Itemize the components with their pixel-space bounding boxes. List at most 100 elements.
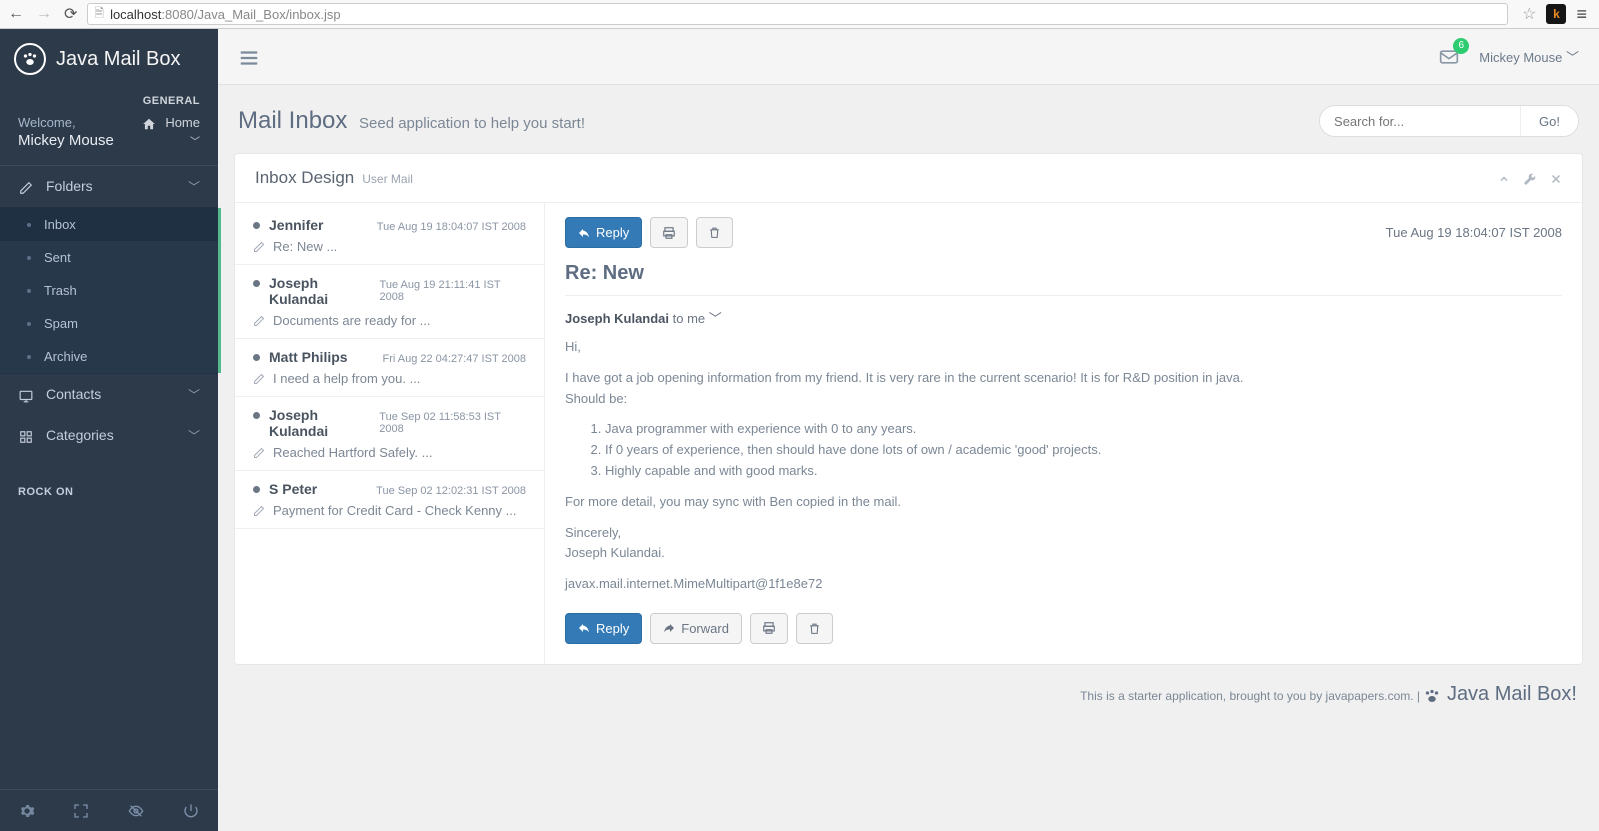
nav-folders-label: Folders	[46, 178, 93, 194]
chevron-down-icon: ﹀	[1566, 50, 1579, 65]
paw-icon	[1423, 687, 1441, 704]
mail-subject-preview: Documents are ready for ...	[273, 313, 431, 328]
mail-subject: Re: New	[565, 262, 1562, 296]
home-icon	[142, 115, 160, 130]
app-logo[interactable]: Java Mail Box	[0, 29, 218, 89]
mail-sender: Joseph Kulandai	[253, 275, 380, 307]
mail-date: Tue Sep 02 12:02:31 IST 2008	[376, 485, 526, 497]
footer: This is a starter application, brought t…	[234, 665, 1583, 716]
monitor-icon	[18, 386, 34, 402]
subnav-inbox[interactable]: Inbox	[0, 208, 218, 241]
mail-list-item[interactable]: Joseph KulandaiTue Sep 02 11:58:53 IST 2…	[235, 397, 544, 471]
mail-subject-preview: Re: New ...	[273, 239, 337, 254]
mail-sender: Joseph Kulandai	[253, 407, 379, 439]
browser-reload-button[interactable]: ⟳	[62, 4, 79, 24]
compose-icon	[253, 446, 265, 460]
compose-icon	[253, 314, 265, 328]
delete-button[interactable]	[696, 217, 733, 248]
subnav-trash[interactable]: Trash	[0, 274, 218, 307]
mail-list-item[interactable]: Joseph KulandaiTue Aug 19 21:11:41 IST 2…	[235, 265, 544, 339]
edit-icon	[18, 178, 34, 194]
chevron-down-icon: ﹀	[188, 178, 200, 195]
browser-forward-button[interactable]: →	[34, 5, 54, 23]
chevron-down-icon: ﹀	[142, 133, 200, 148]
mail-date: Fri Aug 22 04:27:47 IST 2008	[382, 353, 526, 365]
home-label: Home	[165, 115, 200, 130]
mail-view: Reply Tue Aug 19 18:04:07 IST 2008 Re: N…	[545, 203, 1582, 664]
grid-icon	[18, 427, 34, 443]
reply-button[interactable]: Reply	[565, 217, 642, 248]
panel-title: Inbox Design	[255, 168, 354, 187]
chevron-down-icon: ﹀	[709, 311, 722, 326]
search-input[interactable]	[1320, 114, 1520, 129]
hamburger-icon[interactable]	[238, 44, 260, 70]
nav-contacts-label: Contacts	[46, 386, 101, 402]
collapse-icon[interactable]	[1498, 171, 1510, 186]
mail-date: Tue Aug 19 18:04:07 IST 2008	[377, 221, 526, 233]
extension-button[interactable]: k	[1546, 4, 1566, 24]
page-icon: 🗎	[94, 4, 104, 25]
user-dropdown[interactable]: Mickey Mouse ﹀	[1479, 47, 1579, 66]
mail-sender: S Peter	[253, 481, 317, 497]
wrench-icon[interactable]	[1524, 171, 1536, 186]
browser-toolbar: ← → ⟳ 🗎 localhost:8080/Java_Mail_Box/inb…	[0, 0, 1599, 29]
home-link[interactable]: Home ﹀	[142, 115, 200, 149]
mail-subject-preview: Reached Hartford Safely. ...	[273, 445, 432, 460]
search-box: Go!	[1319, 105, 1579, 137]
chevron-down-icon: ﹀	[188, 427, 200, 444]
subnav-spam[interactable]: Spam	[0, 307, 218, 340]
browser-menu-icon[interactable]: ≡	[1576, 4, 1587, 25]
compose-icon	[253, 504, 265, 518]
nav-folders[interactable]: Folders ﹀	[0, 166, 218, 207]
mail-sender: Jennifer	[253, 217, 323, 233]
chevron-down-icon: ﹀	[188, 386, 200, 403]
mail-list-item[interactable]: S Peter Tue Sep 02 12:02:31 IST 2008 Payme…	[235, 471, 544, 529]
mail-date: Tue Aug 19 21:11:41 IST 2008	[380, 279, 526, 303]
mail-from-line[interactable]: Joseph Kulandai to me ﹀	[565, 308, 1562, 327]
mail-date: Tue Aug 19 18:04:07 IST 2008	[1386, 225, 1562, 240]
panel-subtitle: User Mail	[362, 172, 413, 186]
mail-list-item[interactable]: Jennifer Tue Aug 19 18:04:07 IST 2008 Re: …	[235, 207, 544, 265]
subnav-sent[interactable]: Sent	[0, 241, 218, 274]
nav-categories[interactable]: Categories ﹀	[0, 415, 218, 456]
reply-button-bottom[interactable]: Reply	[565, 613, 642, 644]
bookmark-star-icon[interactable]: ☆	[1522, 4, 1536, 24]
close-icon[interactable]	[1550, 171, 1562, 186]
nav-contacts[interactable]: Contacts ﹀	[0, 374, 218, 415]
browser-back-button[interactable]: ←	[6, 5, 26, 23]
section-general-label: GENERAL	[0, 89, 218, 111]
sidebar: Java Mail Box GENERAL Welcome, Mickey Mo…	[0, 29, 218, 831]
settings-gear-icon[interactable]	[19, 802, 35, 819]
page-subtitle: Seed application to help you start!	[359, 115, 585, 132]
mail-list-item[interactable]: Matt Philips Fri Aug 22 04:27:47 IST 2008…	[235, 339, 544, 397]
notifications-mail-icon[interactable]: 6	[1439, 46, 1459, 67]
topbar: 6 Mickey Mouse ﹀	[218, 29, 1599, 85]
folders-subnav: Inbox Sent Trash Spam Archive	[0, 207, 218, 374]
app-title: Java Mail Box	[56, 48, 181, 71]
compose-icon	[253, 240, 265, 254]
paw-icon	[14, 43, 46, 75]
welcome-label: Welcome,	[18, 115, 114, 130]
welcome-username: Mickey Mouse	[18, 132, 114, 149]
section-rockon-label: ROCK ON	[0, 456, 218, 528]
inbox-panel: Inbox Design User Mail Jennifer Tue Aug 19…	[234, 153, 1583, 665]
forward-button[interactable]: Forward	[650, 613, 742, 644]
compose-icon	[253, 372, 265, 386]
search-go-button[interactable]: Go!	[1520, 106, 1578, 136]
delete-button-bottom[interactable]	[796, 613, 833, 644]
address-bar[interactable]: 🗎 localhost:8080/Java_Mail_Box/inbox.jsp	[87, 3, 1508, 25]
power-icon[interactable]	[183, 802, 199, 819]
sidebar-footer	[0, 789, 218, 831]
eye-icon[interactable]	[127, 802, 145, 819]
fullscreen-icon[interactable]	[73, 802, 89, 819]
print-button-bottom[interactable]	[750, 613, 788, 644]
mail-date: Tue Sep 02 11:58:53 IST 2008	[379, 411, 526, 435]
notification-badge: 6	[1453, 38, 1469, 54]
page-title: Mail Inbox	[238, 107, 347, 134]
mail-subject-preview: Payment for Credit Card - Check Kenny ..…	[273, 503, 516, 518]
subnav-archive[interactable]: Archive	[0, 340, 218, 373]
print-button[interactable]	[650, 217, 688, 248]
page-header: Mail Inbox Seed application to help you …	[234, 97, 1583, 153]
mail-sender: Matt Philips	[253, 349, 348, 365]
main-area: 6 Mickey Mouse ﹀ Mail Inbox Seed applica…	[218, 29, 1599, 831]
